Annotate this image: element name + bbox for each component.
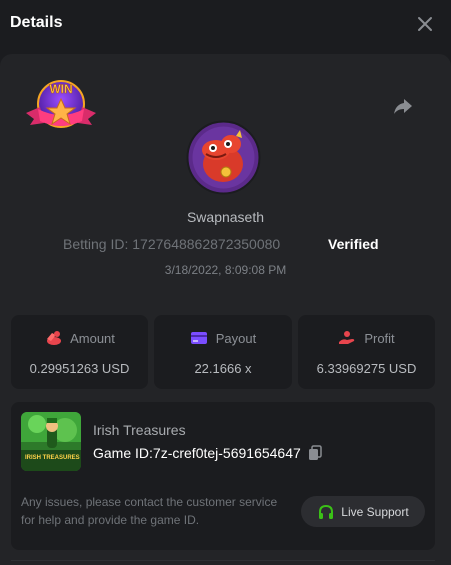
details-header: Details: [0, 0, 451, 48]
game-thumbnail-text: IRISH TREASURES: [25, 455, 80, 461]
win-badge-text: WIN: [49, 82, 72, 96]
copy-icon[interactable]: [307, 445, 323, 461]
stat-amount-label: Amount: [70, 330, 115, 346]
stat-amount-value: 0.29951263 USD: [29, 361, 130, 376]
stat-amount: Amount 0.29951263 USD: [11, 315, 148, 389]
stat-payout: Payout 22.1666 x: [154, 315, 292, 389]
headset-icon: [319, 504, 334, 519]
card-icon: [190, 332, 207, 344]
stat-payout-label: Payout: [215, 330, 257, 346]
game-card: IRISH TREASURES Irish Treasures Game ID:…: [11, 402, 435, 550]
username: Swapnaseth: [186, 209, 265, 225]
stat-profit-label: Profit: [364, 330, 395, 346]
betting-id-label: Betting ID:: [63, 236, 129, 252]
help-text: Any issues, please contact the customer …: [21, 495, 278, 527]
live-support-button[interactable]: Live Support: [301, 496, 425, 527]
bet-timestamp: 3/18/2022, 8:09:08 PM: [164, 263, 287, 277]
stat-profit-value: 6.33969275 USD: [316, 361, 417, 376]
coins-icon: [47, 331, 62, 345]
close-icon[interactable]: [414, 13, 436, 35]
stat-payout-value: 22.1666 x: [194, 361, 252, 376]
game-id-text: Game ID:7z-cref0tej-5691654647: [93, 445, 301, 461]
page-title: Details: [10, 14, 63, 31]
betting-id: Betting ID: 1727648862872350080: [63, 236, 280, 252]
hand-coin-icon: [339, 331, 355, 344]
live-support-label: Live Support: [341, 504, 409, 519]
game-id: Game ID:7z-cref0tej-5691654647: [93, 445, 323, 461]
win-badge-icon: WIN: [26, 80, 96, 128]
share-icon[interactable]: [391, 94, 415, 118]
verified-badge: Verified: [328, 236, 379, 252]
stat-profit: Profit 6.33969275 USD: [298, 315, 435, 389]
avatar: [186, 120, 261, 195]
game-thumbnail[interactable]: IRISH TREASURES: [21, 412, 81, 471]
game-id-label: Game ID:: [93, 445, 153, 461]
betting-id-value: 1727648862872350080: [132, 236, 281, 252]
game-name: Irish Treasures: [93, 422, 186, 438]
bottom-divider: [11, 560, 435, 561]
game-id-value: 7z-cref0tej-5691654647: [152, 445, 301, 461]
